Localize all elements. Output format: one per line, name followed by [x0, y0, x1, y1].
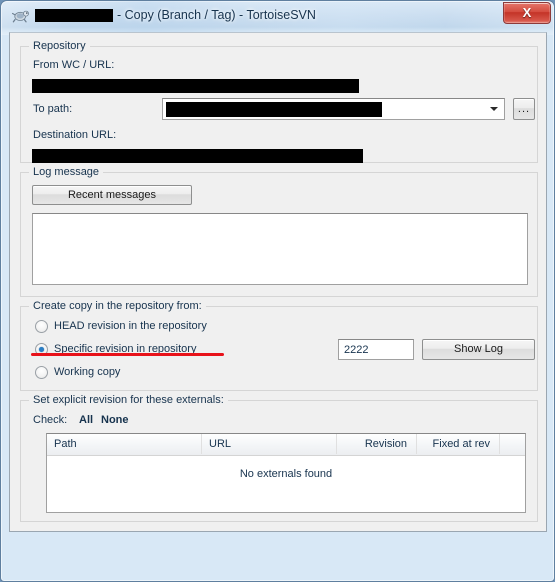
- window-title-text: - Copy (Branch / Tag) - TortoiseSVN: [117, 8, 316, 22]
- log-message-textarea[interactable]: [32, 213, 528, 285]
- redaction-bar-from-wc-url: [32, 79, 359, 93]
- radio-working-copy-indicator: [35, 366, 48, 379]
- title-bar: - Copy (Branch / Tag) - TortoiseSVN X: [1, 1, 554, 31]
- column-header-spacer: [500, 434, 525, 454]
- redaction-bar-to-path: [166, 102, 382, 117]
- chevron-down-icon: [490, 107, 498, 111]
- radio-head-revision[interactable]: HEAD revision in the repository: [35, 319, 265, 335]
- recent-messages-button[interactable]: Recent messages: [32, 185, 192, 205]
- to-path-combobox[interactable]: [162, 98, 505, 120]
- column-header-fixed-at-rev[interactable]: Fixed at rev: [417, 434, 500, 454]
- redaction-bar-title: [35, 8, 113, 22]
- dialog-client-area: Repository From WC / URL: To path: ... D…: [9, 32, 547, 532]
- check-label: Check:: [33, 414, 68, 426]
- radio-head-revision-indicator: [35, 320, 48, 333]
- check-none-link[interactable]: None: [101, 414, 129, 426]
- tortoisesvn-copy-dialog: - Copy (Branch / Tag) - TortoiseSVN X Re…: [0, 0, 555, 582]
- log-message-group: Log message Recent messages: [20, 166, 538, 297]
- recent-messages-button-label: Recent messages: [67, 189, 157, 201]
- tortoisesvn-turtle-icon: [12, 10, 29, 23]
- repository-group: Repository From WC / URL: To path: ... D…: [20, 40, 538, 163]
- column-header-revision[interactable]: Revision: [337, 434, 417, 454]
- log-message-group-label: Log message: [29, 166, 104, 178]
- externals-group: Set explicit revision for these external…: [20, 394, 538, 522]
- redaction-bar-destination-url: [32, 149, 363, 163]
- destination-url-label: Destination URL:: [33, 129, 117, 141]
- to-path-label: To path:: [33, 103, 73, 115]
- create-copy-group-label: Create copy in the repository from:: [29, 300, 206, 312]
- check-all-link[interactable]: All: [79, 414, 93, 426]
- show-log-button[interactable]: Show Log: [422, 339, 535, 360]
- close-icon: X: [522, 5, 532, 20]
- radio-head-revision-label: HEAD revision in the repository: [54, 320, 207, 332]
- close-button[interactable]: X: [503, 2, 551, 24]
- window-title: - Copy (Branch / Tag) - TortoiseSVN: [35, 6, 316, 24]
- annotation-underline: [31, 353, 224, 356]
- browse-button[interactable]: ...: [513, 98, 535, 120]
- column-header-url[interactable]: URL: [202, 434, 337, 454]
- radio-working-copy-label: Working copy: [54, 366, 121, 378]
- revision-input[interactable]: 2222: [338, 339, 414, 360]
- externals-list-header: Path URL Revision Fixed at rev: [47, 434, 525, 456]
- externals-list[interactable]: Path URL Revision Fixed at rev No extern…: [46, 433, 526, 513]
- show-log-button-label: Show Log: [454, 343, 503, 355]
- externals-empty-message: No externals found: [239, 468, 333, 480]
- revision-input-value: 2222: [344, 344, 369, 356]
- radio-working-copy[interactable]: Working copy: [35, 365, 265, 381]
- dialog-footer: ✓ Switch working copy to new branch/tag …: [1, 532, 554, 581]
- from-wc-url-label: From WC / URL:: [33, 59, 115, 71]
- create-copy-group: Create copy in the repository from: HEAD…: [20, 300, 538, 391]
- externals-group-label: Set explicit revision for these external…: [29, 394, 228, 406]
- column-header-path[interactable]: Path: [47, 434, 202, 454]
- repository-group-label: Repository: [29, 40, 90, 52]
- browse-button-label: ...: [517, 103, 531, 115]
